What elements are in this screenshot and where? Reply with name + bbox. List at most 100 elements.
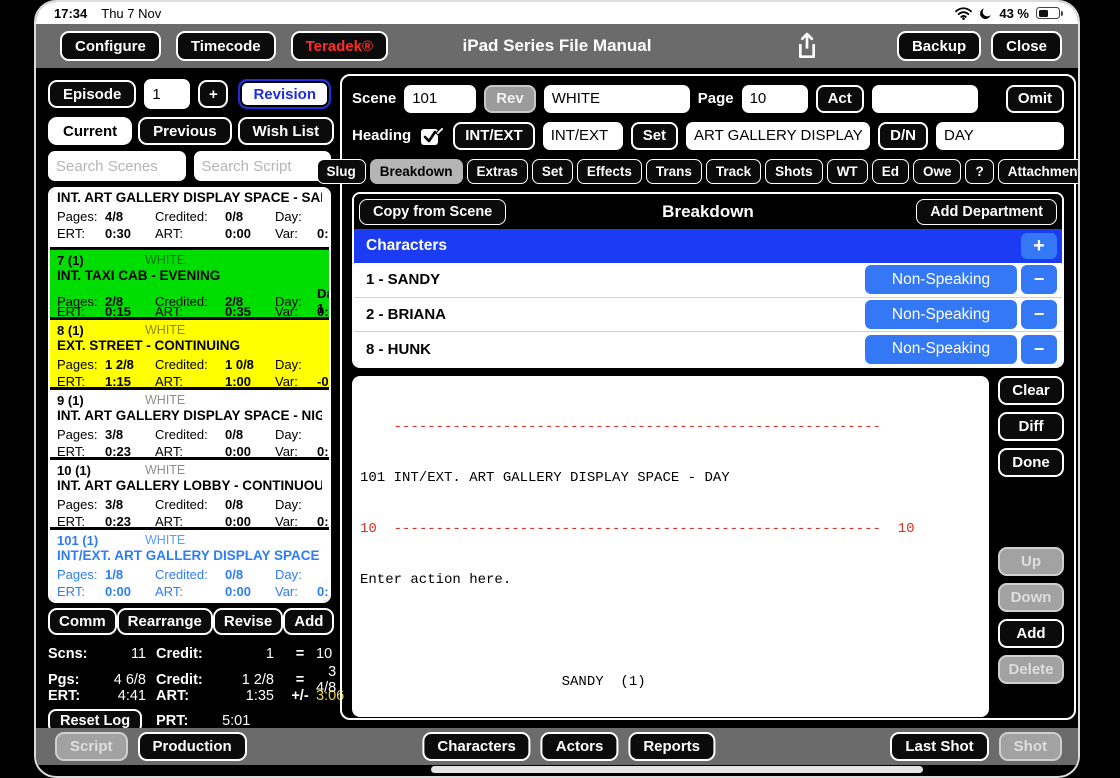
last-shot-button[interactable]: Last Shot — [890, 732, 988, 761]
episode-number-input[interactable] — [144, 79, 190, 109]
totals-block: Scns:11 Credit:1 =10 Pgs:4 6/8 Credit:1 … — [48, 643, 331, 733]
ipad-screenshot: 17:34 Thu 7 Nov 43 % — [0, 0, 1120, 778]
page-number-input[interactable] — [742, 85, 808, 113]
speaking-toggle-button[interactable]: Non-Speaking — [865, 300, 1017, 329]
tab-current[interactable]: Current — [48, 117, 132, 145]
add-episode-button[interactable]: + — [198, 80, 228, 108]
revise-button[interactable]: Revise — [213, 608, 283, 635]
scene-number-rule: 10 -------------------------------------… — [360, 521, 981, 538]
tab-slug[interactable]: Slug — [317, 159, 366, 184]
close-button[interactable]: Close — [991, 31, 1062, 61]
up-button[interactable]: Up — [998, 547, 1064, 576]
tab-wt[interactable]: WT — [827, 159, 868, 184]
speaking-toggle-button[interactable]: Non-Speaking — [865, 335, 1017, 364]
wifi-icon — [955, 7, 972, 20]
app-window: 17:34 Thu 7 Nov 43 % — [34, 0, 1080, 778]
home-indicator[interactable] — [431, 766, 923, 773]
day-night-button[interactable]: D/N — [878, 122, 928, 150]
prt-value: 5:01 — [222, 713, 250, 729]
character-row[interactable]: 8 - HUNK Non-Speaking − — [354, 332, 1062, 366]
comm-button[interactable]: Comm — [48, 608, 117, 635]
tab-owe[interactable]: Owe — [913, 159, 962, 184]
bottom-toolbar: Script Production Characters Actors Repo… — [36, 728, 1078, 765]
rev-button[interactable]: Rev — [484, 85, 536, 113]
top-toolbar: Configure Timecode Teradek® iPad Series … — [36, 24, 1078, 68]
tab-effects[interactable]: Effects — [577, 159, 642, 184]
rev-color-input[interactable] — [544, 85, 690, 113]
script-preview[interactable]: ----------------------------------------… — [352, 376, 989, 717]
speaking-toggle-button[interactable]: Non-Speaking — [865, 265, 1017, 294]
scene-list-item-selected[interactable]: 101 (1)WHITE INT/EXT. ART GALLERY DISPLA… — [50, 530, 329, 601]
configure-button[interactable]: Configure — [60, 31, 161, 61]
scene-list-item[interactable]: 10 (1)WHITE INT. ART GALLERY LOBBY - CON… — [50, 460, 329, 527]
scene-number-input[interactable] — [404, 85, 476, 113]
teradek-button[interactable]: Teradek® — [291, 31, 388, 61]
int-ext-button[interactable]: INT/EXT — [453, 122, 535, 150]
app-title: iPad Series File Manual — [463, 36, 652, 56]
copy-from-scene-button[interactable]: Copy from Scene — [359, 199, 506, 225]
revision-button[interactable]: Revision — [238, 79, 331, 109]
tab-wish-list[interactable]: Wish List — [238, 117, 335, 145]
int-ext-input[interactable] — [543, 122, 623, 150]
rearrange-button[interactable]: Rearrange — [117, 608, 213, 635]
done-button[interactable]: Done — [998, 448, 1064, 477]
prt-label: PRT: — [156, 713, 210, 729]
status-bar: 17:34 Thu 7 Nov 43 % — [36, 2, 1078, 24]
share-icon[interactable] — [791, 30, 823, 62]
minus-icon: − — [1034, 339, 1045, 360]
date: Thu 7 Nov — [101, 6, 161, 21]
add-character-button[interactable]: + — [1021, 233, 1057, 259]
scene-detail-panel: Scene Rev Page Act Omit Heading — [340, 74, 1076, 720]
actors-button[interactable]: Actors — [541, 732, 619, 761]
tab-extras[interactable]: Extras — [467, 159, 528, 184]
add-element-button[interactable]: Add — [998, 619, 1064, 648]
delete-button[interactable]: Delete — [998, 655, 1064, 684]
reports-button[interactable]: Reports — [628, 732, 715, 761]
tab-trans[interactable]: Trans — [646, 159, 702, 184]
scene-list-item[interactable]: 8 (1)WHITE EXT. STREET - CONTINUING Page… — [50, 320, 329, 387]
act-button[interactable]: Act — [816, 85, 864, 113]
production-button[interactable]: Production — [138, 732, 247, 761]
omit-button[interactable]: Omit — [1006, 85, 1064, 113]
character-row[interactable]: 2 - BRIANA Non-Speaking − — [354, 298, 1062, 333]
set-input[interactable] — [686, 122, 870, 150]
shot-button[interactable]: Shot — [999, 732, 1062, 761]
tab-set[interactable]: Set — [532, 159, 573, 184]
search-scenes-input[interactable] — [48, 151, 186, 181]
set-button[interactable]: Set — [631, 122, 678, 150]
add-scene-button[interactable]: Add — [283, 608, 334, 635]
breakdown-panel: Copy from Scene Breakdown Add Department… — [352, 192, 1064, 368]
tab-track[interactable]: Track — [706, 159, 761, 184]
day-night-input[interactable] — [936, 122, 1064, 150]
character-cue-line: SANDY (1) — [360, 674, 981, 691]
script-button[interactable]: Script — [55, 732, 128, 761]
tab-attachments[interactable]: Attachments — [998, 159, 1080, 184]
down-button[interactable]: Down — [998, 583, 1064, 612]
battery-icon — [1036, 7, 1060, 19]
tab-shots[interactable]: Shots — [765, 159, 823, 184]
search-script-input[interactable] — [194, 151, 332, 181]
tab-ed[interactable]: Ed — [872, 159, 909, 184]
act-input[interactable] — [872, 85, 978, 113]
scene-list-item[interactable]: 9 (1)WHITE INT. ART GALLERY DISPLAY SPAC… — [50, 390, 329, 457]
tab-previous[interactable]: Previous — [138, 117, 231, 145]
diff-button[interactable]: Diff — [998, 412, 1064, 441]
heading-edit-checkbox-icon[interactable] — [419, 124, 445, 148]
timecode-button[interactable]: Timecode — [176, 31, 276, 61]
scene-list: INT. ART GALLERY DISPLAY SPACE - SAME...… — [48, 187, 331, 603]
backup-button[interactable]: Backup — [897, 31, 981, 61]
characters-button[interactable]: Characters — [422, 732, 530, 761]
tab-question[interactable]: ? — [965, 159, 993, 184]
add-department-button[interactable]: Add Department — [916, 199, 1057, 225]
remove-character-button[interactable]: − — [1021, 335, 1057, 364]
remove-character-button[interactable]: − — [1021, 265, 1057, 294]
characters-department-header[interactable]: Characters + — [354, 229, 1062, 263]
tab-breakdown[interactable]: Breakdown — [370, 159, 463, 184]
remove-character-button[interactable]: − — [1021, 300, 1057, 329]
action-line: Enter action here. — [360, 572, 981, 589]
character-row[interactable]: 1 - SANDY Non-Speaking − — [354, 263, 1062, 298]
scene-list-item[interactable]: 7 (1)WHITE INT. TAXI CAB - EVENING Pages… — [50, 250, 329, 317]
clear-button[interactable]: Clear — [998, 376, 1064, 405]
scene-list-item[interactable]: INT. ART GALLERY DISPLAY SPACE - SAME...… — [50, 189, 329, 247]
episode-button[interactable]: Episode — [48, 80, 136, 108]
